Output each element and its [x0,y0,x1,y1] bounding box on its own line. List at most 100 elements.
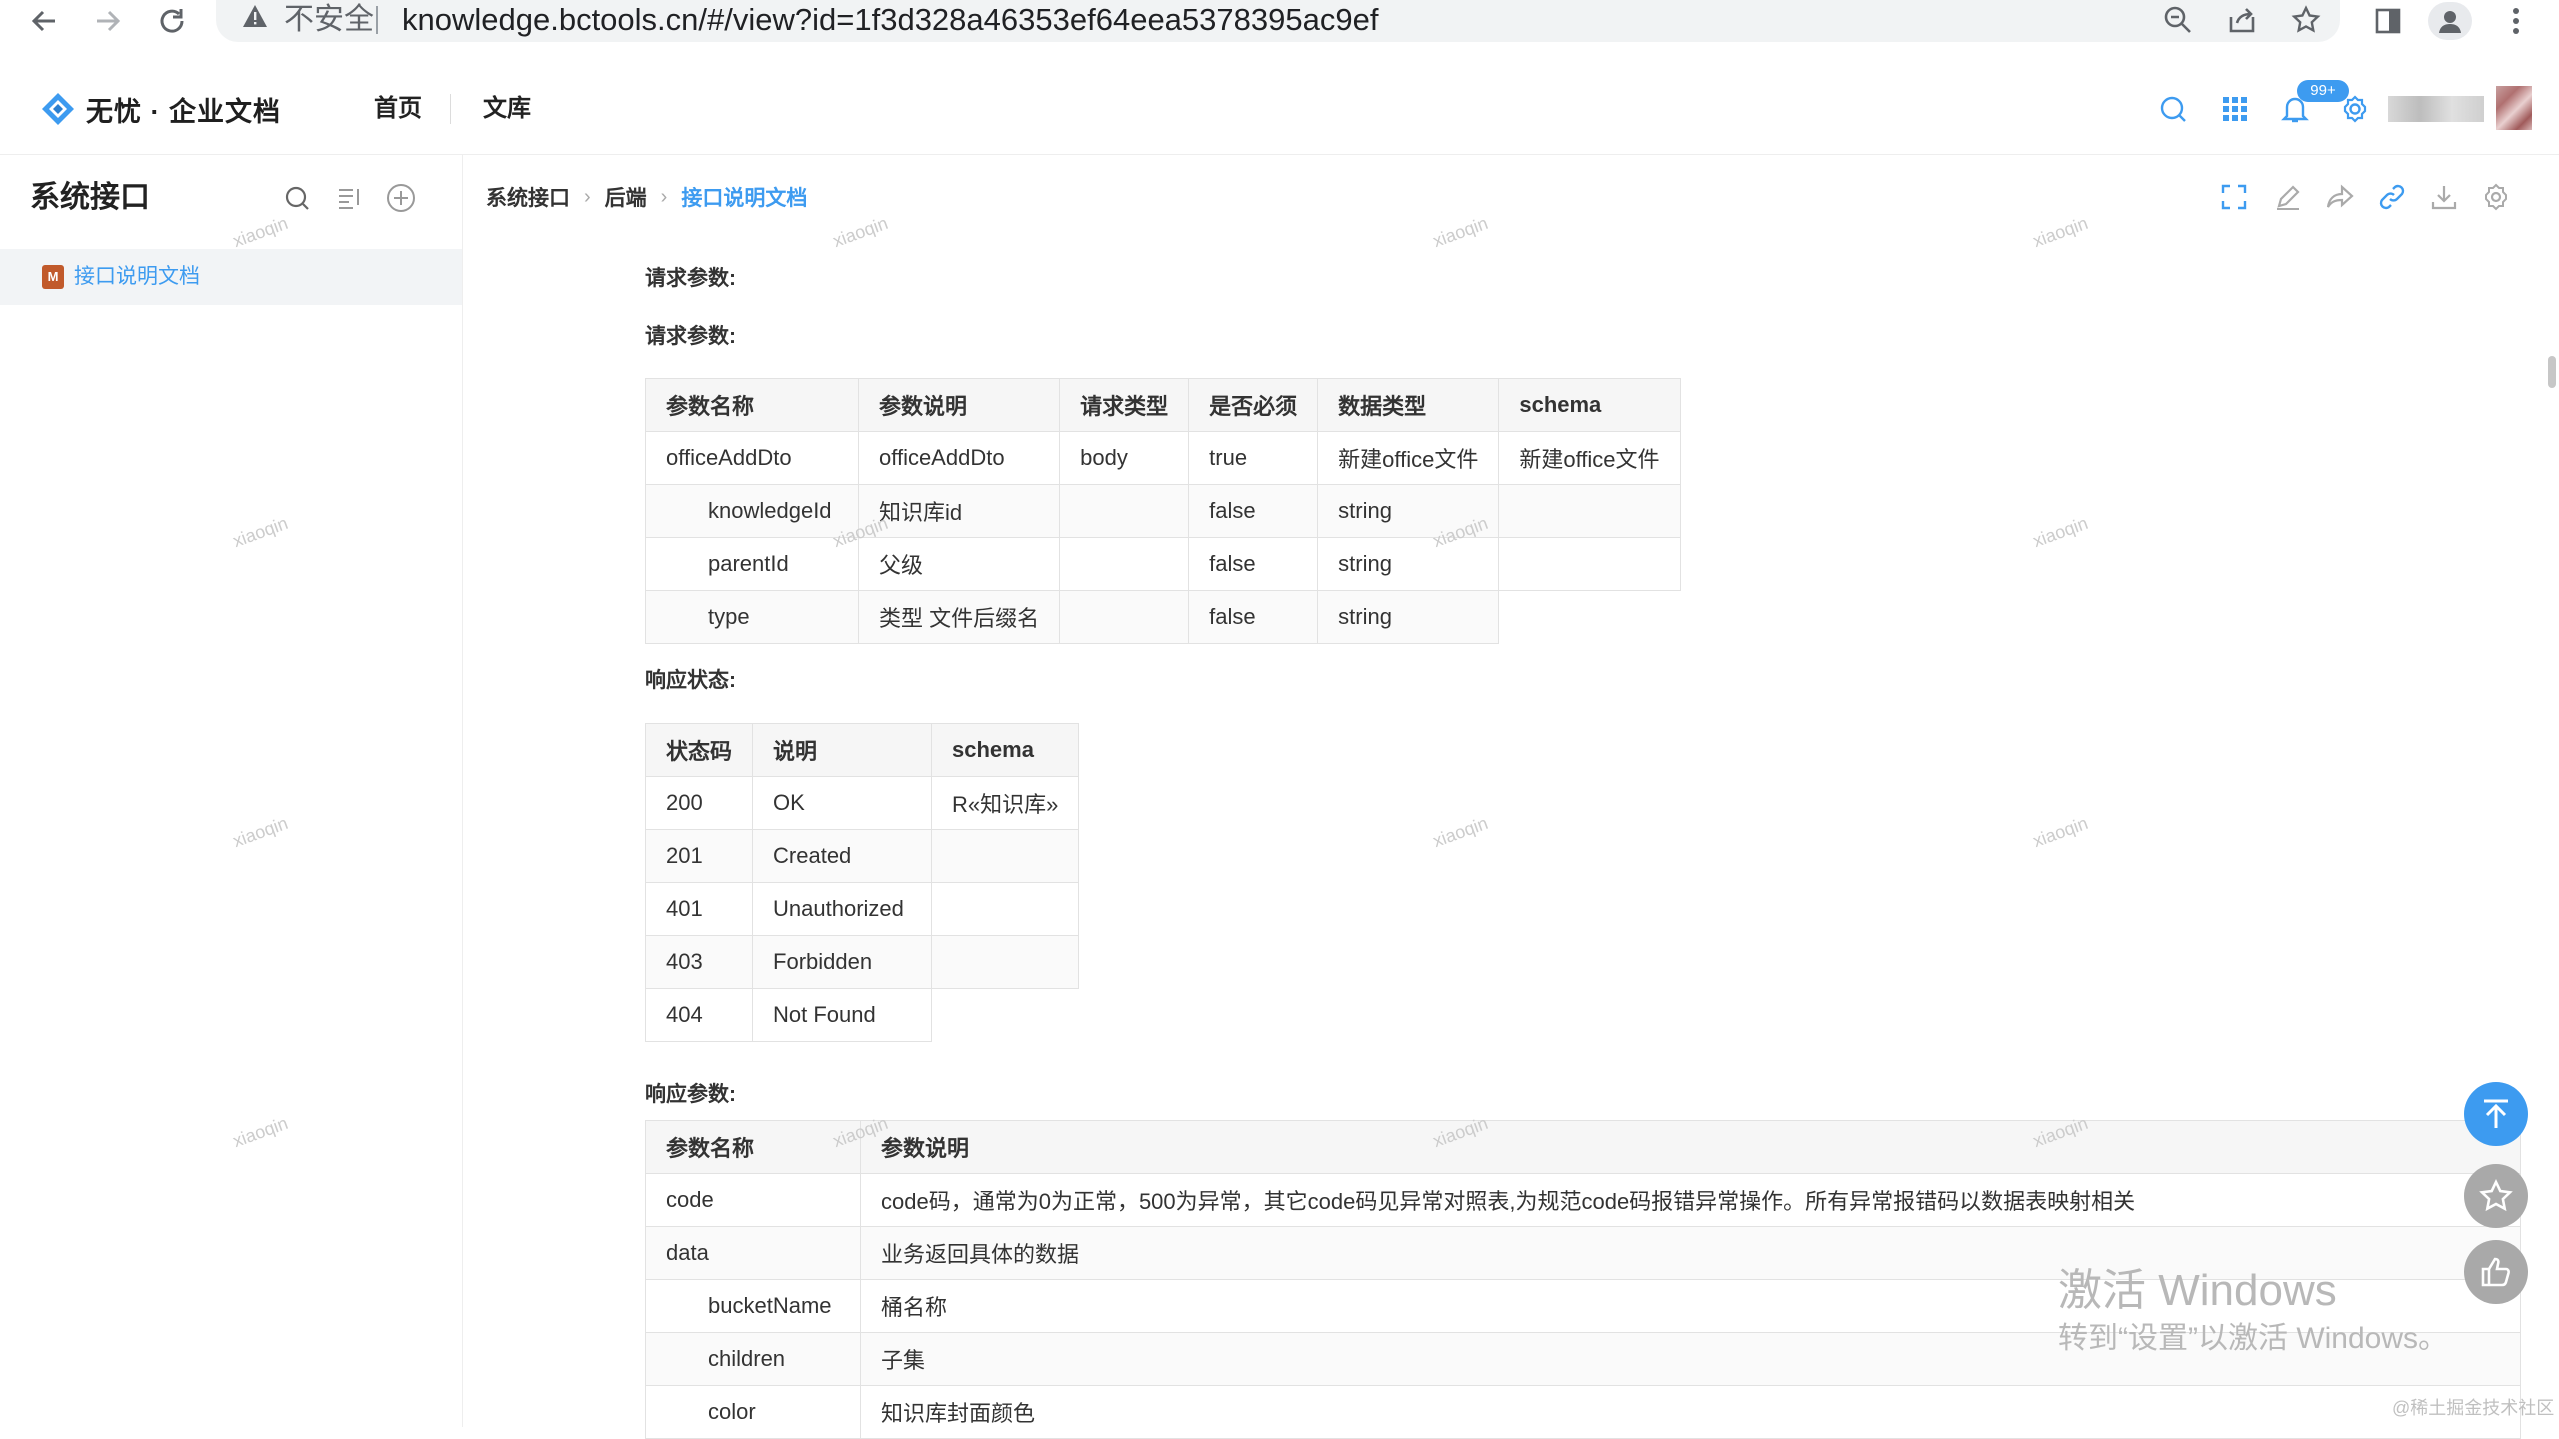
table-row: knowledgeId 知识库id false string [645,484,1681,538]
back-to-top-button[interactable] [2464,1082,2528,1146]
share-icon[interactable] [2220,2,2264,38]
logo-icon [42,93,74,125]
table-cell: false [1188,590,1319,644]
breadcrumb: 系统接口 › 后端 › 接口说明文档 [486,180,807,214]
favorite-button[interactable] [2464,1164,2528,1228]
table-cell: true [1188,431,1319,485]
table-cell [1059,537,1190,591]
table-row: 403 Forbidden [644,935,1080,989]
table-cell: children [645,1332,861,1386]
sidebar: 系统接口 M 接口说明文档 [0,155,463,1427]
table-header-row: 参数名称 参数说明 [645,1120,2521,1174]
table-row: 200 OK R«知识库» [644,776,1080,830]
sidebar-item-api-doc[interactable]: M 接口说明文档 [0,249,462,305]
doc-settings-gear-icon[interactable] [2476,178,2516,216]
table-cell [932,989,1079,1042]
logo-text: 无忧 · 企业文档 [86,96,281,127]
table-header: 说明 [752,723,933,777]
table-cell [1059,484,1190,538]
scrollbar-thumb[interactable] [2548,356,2556,388]
section-title: 响应状态: [645,669,736,692]
table-cell [1498,484,1681,538]
table-row: 404 Not Found [644,988,1079,1042]
table-header: 状态码 [644,723,754,777]
search-icon[interactable] [278,179,316,217]
table-cell: parentId [645,537,859,591]
watermark: xiaoqin [2030,512,2091,552]
watermark: xiaoqin [2030,812,2091,852]
menu-kebab-icon[interactable] [2490,0,2542,42]
table-cell: Unauthorized [752,882,933,936]
profile-icon[interactable] [2428,2,2472,40]
table-cell [1059,590,1190,644]
chevron-right-icon: › [584,185,591,208]
table-cell: Created [752,829,933,883]
forward-arrow-icon[interactable] [78,0,138,42]
search-icon[interactable] [2152,88,2194,130]
table-header: 参数名称 [645,378,859,432]
like-button[interactable] [2464,1240,2528,1304]
table-cell: 200 [644,776,754,830]
nav-home[interactable]: 首页 [374,92,422,126]
arrow-up-icon [2484,1099,2508,1128]
table-row: color 知识库封面颜色 [645,1385,2521,1439]
table-cell: body [1059,431,1190,485]
app-header: 无忧 · 企业文档 首页 文库 99+ [0,64,2559,155]
table-cell: data [645,1226,861,1280]
table-cell: 父级 [857,537,1061,591]
table-cell: 404 [644,988,754,1042]
table-row: type 类型 文件后缀名 false string [645,590,1681,644]
link-icon[interactable] [2372,178,2412,216]
breadcrumb-item[interactable]: 系统接口 [486,182,570,212]
edit-pencil-icon[interactable] [2268,178,2308,216]
table-header: 参数名称 [645,1120,861,1174]
side-panel-icon[interactable] [2362,0,2414,42]
user-name-blurred[interactable] [2388,96,2484,122]
watermark: xiaoqin [2030,212,2091,252]
breadcrumb-item[interactable]: 后端 [605,182,647,212]
corner-watermark: @稀土掘金技术社区 [2392,1398,2555,1418]
table-cell [931,829,1080,883]
sort-list-icon[interactable] [330,179,368,217]
table-cell: false [1188,484,1319,538]
table-row: 401 Unauthorized [644,882,1080,936]
breadcrumb-current[interactable]: 接口说明文档 [681,182,807,212]
download-icon[interactable] [2424,178,2464,216]
url-text[interactable]: knowledge.bctools.cn/#/view?id=1f3d328a4… [402,2,1378,38]
fullscreen-icon[interactable] [2214,178,2254,216]
response-status-table: 状态码 说明 schema 200 OK R«知识库» 201 Created … [644,723,1080,1042]
table-cell: bucketName [645,1279,861,1333]
divider [376,6,378,34]
table-cell: officeAddDto [645,431,859,485]
table-row: code code码，通常为0为正常，500为异常，其它code码见异常对照表,… [645,1173,2521,1227]
sidebar-title: 系统接口 [30,181,150,214]
table-cell: Not Found [752,988,933,1042]
warning-icon[interactable] [240,4,270,34]
section-title: 请求参数: [645,325,736,348]
table-cell: Forbidden [752,935,933,989]
zoom-icon[interactable] [2156,2,2200,38]
table-header: 参数说明 [860,1120,2521,1174]
insecure-label: 不安全 [284,3,374,36]
apps-grid-icon[interactable] [2214,88,2256,130]
address-bar[interactable]: 不安全 knowledge.bctools.cn/#/view?id=1f3d3… [216,0,2340,42]
table-cell: code [645,1173,861,1227]
logo[interactable]: 无忧 · 企业文档 [40,86,281,132]
nav-library[interactable]: 文库 [483,92,531,126]
section-title: 响应参数: [645,1083,736,1106]
table-cell: 403 [644,935,754,989]
table-cell: R«知识库» [931,776,1080,830]
bookmark-star-icon[interactable] [2284,2,2328,38]
share-forward-icon[interactable] [2320,178,2360,216]
add-circle-icon[interactable] [382,179,420,217]
table-cell: 类型 文件后缀名 [857,590,1061,644]
windows-activation-subtitle: 转到“设置”以激活 Windows。 [2058,1322,2449,1355]
avatar[interactable] [2496,86,2532,130]
reload-icon[interactable] [142,0,202,42]
back-arrow-icon[interactable] [14,0,74,42]
watermark: xiaoqin [830,212,891,252]
browser-toolbar: 不安全 knowledge.bctools.cn/#/view?id=1f3d3… [0,0,2559,65]
settings-gear-icon[interactable] [2334,88,2376,130]
table-cell: string [1317,590,1500,644]
table-row: officeAddDto officeAddDto body true 新建of… [645,431,1681,485]
